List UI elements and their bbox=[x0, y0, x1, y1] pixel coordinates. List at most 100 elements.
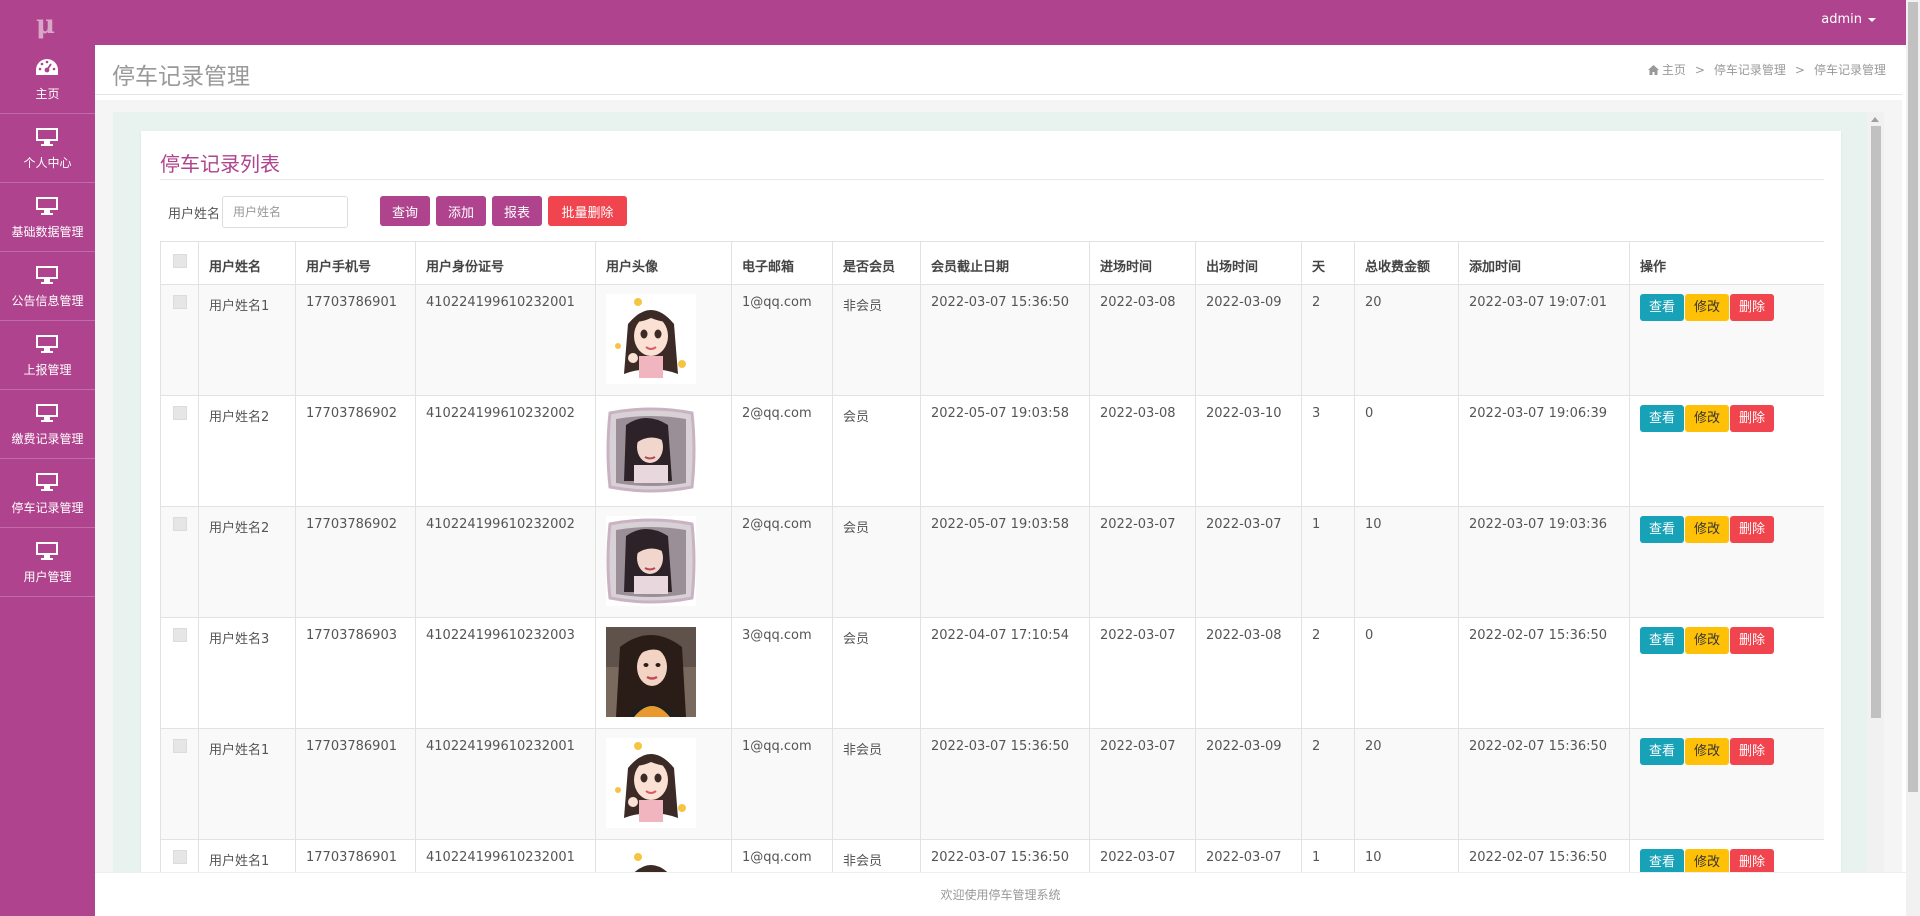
column-header[interactable]: 用户身份证号 bbox=[415, 241, 596, 285]
row-checkbox[interactable] bbox=[173, 406, 187, 420]
sidebar-item-notice[interactable]: 公告信息管理 bbox=[0, 252, 95, 321]
monitor-icon bbox=[36, 266, 58, 284]
cell-phone: 17703786901 bbox=[295, 284, 416, 396]
cell-fee: 20 bbox=[1354, 284, 1459, 396]
table-row[interactable]: 用户姓名2 17703786902 410224199610232002 2@qq.c… bbox=[160, 395, 1824, 507]
page-scrollbar-thumb[interactable] bbox=[1908, 2, 1918, 792]
cell-email: 2@qq.com bbox=[731, 395, 833, 507]
edit-button[interactable]: 修改 bbox=[1685, 516, 1729, 543]
cartoon-girl-avatar[interactable] bbox=[606, 849, 696, 872]
cell-phone: 17703786902 bbox=[295, 506, 416, 618]
column-header[interactable]: 用户手机号 bbox=[295, 241, 416, 285]
sidebar-item-report[interactable]: 上报管理 bbox=[0, 321, 95, 390]
column-header[interactable]: 会员截止日期 bbox=[920, 241, 1090, 285]
column-header[interactable]: 用户姓名 bbox=[198, 241, 296, 285]
view-button[interactable]: 查看 bbox=[1640, 516, 1684, 543]
pillow-portrait-avatar[interactable] bbox=[606, 516, 696, 606]
column-header: 操作 bbox=[1629, 241, 1824, 285]
cell-added-time: 2022-02-07 15:36:50 bbox=[1458, 839, 1630, 872]
cell-fee: 0 bbox=[1354, 395, 1459, 507]
edit-button[interactable]: 修改 bbox=[1685, 405, 1729, 432]
monitor-icon bbox=[36, 335, 58, 353]
row-checkbox[interactable] bbox=[173, 517, 187, 531]
delete-button[interactable]: 删除 bbox=[1730, 405, 1774, 432]
view-button[interactable]: 查看 bbox=[1640, 849, 1684, 872]
monitor-icon bbox=[36, 404, 58, 422]
delete-button[interactable]: 删除 bbox=[1730, 849, 1774, 872]
edit-button[interactable]: 修改 bbox=[1685, 738, 1729, 765]
sidebar-item-label: 主页 bbox=[35, 87, 60, 101]
table-row[interactable]: 用户姓名3 17703786903 410224199610232003 3@qq.c… bbox=[160, 617, 1824, 729]
cell-phone: 17703786902 bbox=[295, 395, 416, 507]
cell-actions: 查看 修改 删除 bbox=[1629, 395, 1824, 507]
cell-exit-time: 2022-03-09 bbox=[1195, 728, 1302, 840]
sidebar-item-parking[interactable]: 停车记录管理 bbox=[0, 459, 95, 528]
view-button[interactable]: 查看 bbox=[1640, 738, 1684, 765]
cell-user-name: 用户姓名2 bbox=[198, 506, 296, 618]
row-checkbox[interactable] bbox=[173, 739, 187, 753]
scroll-up-arrow-icon[interactable] bbox=[1871, 117, 1879, 122]
table-row[interactable]: 用户姓名1 17703786901 410224199610232001 1@qq.c… bbox=[160, 839, 1824, 872]
delete-button[interactable]: 删除 bbox=[1730, 738, 1774, 765]
row-checkbox[interactable] bbox=[173, 850, 187, 864]
row-checkbox[interactable] bbox=[173, 628, 187, 642]
app-logo[interactable]: μ bbox=[36, 10, 55, 40]
cell-user-name: 用户姓名1 bbox=[198, 284, 296, 396]
sidebar-item-home[interactable]: 主页 bbox=[0, 45, 95, 114]
row-select-cell bbox=[160, 506, 199, 618]
table-row[interactable]: 用户姓名2 17703786902 410224199610232002 2@qq.c… bbox=[160, 506, 1824, 618]
cell-avatar bbox=[595, 284, 732, 396]
cell-member: 非会员 bbox=[832, 839, 921, 872]
cell-member-end: 2022-03-07 15:36:50 bbox=[920, 728, 1090, 840]
add-button[interactable]: 添加 bbox=[436, 196, 486, 226]
content-scrollbar-thumb[interactable] bbox=[1871, 126, 1881, 718]
photo-portrait-avatar[interactable] bbox=[606, 627, 696, 717]
edit-button[interactable]: 修改 bbox=[1685, 849, 1729, 872]
top-bar: μ admin bbox=[0, 0, 1920, 45]
column-header[interactable]: 进场时间 bbox=[1089, 241, 1196, 285]
report-button[interactable]: 报表 bbox=[492, 196, 542, 226]
search-input[interactable] bbox=[222, 196, 348, 228]
query-button[interactable]: 查询 bbox=[380, 196, 430, 226]
cell-added-time: 2022-03-07 19:06:39 bbox=[1458, 395, 1630, 507]
sidebar-item-users[interactable]: 用户管理 bbox=[0, 528, 95, 597]
breadcrumb-section[interactable]: 停车记录管理 bbox=[1714, 63, 1786, 77]
view-button[interactable]: 查看 bbox=[1640, 405, 1684, 432]
cell-member-end: 2022-03-07 15:36:50 bbox=[920, 839, 1090, 872]
cell-member-end: 2022-03-07 15:36:50 bbox=[920, 284, 1090, 396]
sidebar-item-profile[interactable]: 个人中心 bbox=[0, 114, 95, 183]
column-header[interactable]: 用户头像 bbox=[595, 241, 732, 285]
column-header[interactable]: 天 bbox=[1301, 241, 1355, 285]
sidebar-item-payment[interactable]: 缴费记录管理 bbox=[0, 390, 95, 459]
delete-button[interactable]: 删除 bbox=[1730, 294, 1774, 321]
user-menu[interactable]: admin bbox=[1821, 12, 1876, 27]
breadcrumb-home[interactable]: 主页 bbox=[1662, 63, 1686, 77]
cartoon-girl-avatar[interactable] bbox=[606, 294, 696, 384]
column-header[interactable]: 是否会员 bbox=[832, 241, 921, 285]
sidebar-item-label: 缴费记录管理 bbox=[11, 432, 84, 446]
column-header[interactable]: 添加时间 bbox=[1458, 241, 1630, 285]
row-checkbox[interactable] bbox=[173, 295, 187, 309]
cell-id-card: 410224199610232003 bbox=[415, 617, 596, 729]
pillow-portrait-avatar[interactable] bbox=[606, 405, 696, 495]
edit-button[interactable]: 修改 bbox=[1685, 627, 1729, 654]
delete-button[interactable]: 删除 bbox=[1730, 516, 1774, 543]
cell-added-time: 2022-03-07 19:03:36 bbox=[1458, 506, 1630, 618]
divider bbox=[160, 179, 1824, 180]
edit-button[interactable]: 修改 bbox=[1685, 294, 1729, 321]
column-header[interactable]: 电子邮箱 bbox=[731, 241, 833, 285]
select-all-checkbox[interactable] bbox=[173, 254, 187, 268]
sidebar-item-base-data[interactable]: 基础数据管理 bbox=[0, 183, 95, 252]
cell-actions: 查看 修改 删除 bbox=[1629, 284, 1824, 396]
sidebar-item-label: 用户管理 bbox=[23, 570, 72, 584]
delete-button[interactable]: 删除 bbox=[1730, 627, 1774, 654]
batch-delete-button[interactable]: 批量删除 bbox=[548, 196, 627, 226]
table-row[interactable]: 用户姓名1 17703786901 410224199610232001 1@qq.c… bbox=[160, 728, 1824, 840]
view-button[interactable]: 查看 bbox=[1640, 627, 1684, 654]
breadcrumb-current: 停车记录管理 bbox=[1813, 63, 1886, 77]
table-row[interactable]: 用户姓名1 17703786901 410224199610232001 1@qq.c… bbox=[160, 284, 1824, 396]
column-header[interactable]: 出场时间 bbox=[1195, 241, 1302, 285]
view-button[interactable]: 查看 bbox=[1640, 294, 1684, 321]
column-header[interactable]: 总收费金额 bbox=[1354, 241, 1459, 285]
cartoon-girl-avatar[interactable] bbox=[606, 738, 696, 828]
